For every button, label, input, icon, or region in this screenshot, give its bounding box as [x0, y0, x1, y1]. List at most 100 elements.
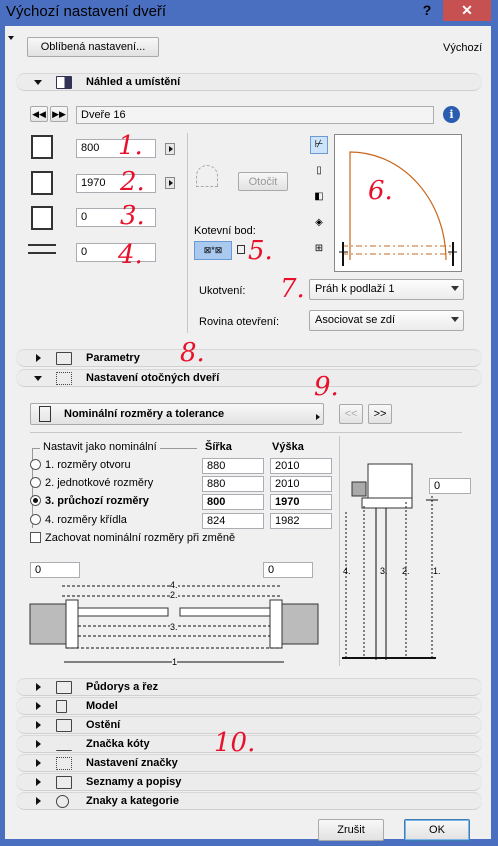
side-tolerance-field[interactable]: 0 [429, 478, 471, 494]
panel-submenu-arrow-icon [316, 414, 320, 420]
expand-arrow-icon[interactable] [36, 683, 41, 691]
anchor-right-icon[interactable] [237, 245, 245, 254]
reveal-icon [56, 719, 72, 732]
height-arrow-button[interactable] [165, 177, 175, 189]
mirror-icon [196, 165, 218, 187]
annotation-4: 4. [118, 240, 143, 270]
anchoring-select[interactable]: Práh k podlaží 1 [309, 279, 464, 300]
nominal-radio-4[interactable] [30, 514, 41, 525]
nominal-row-label: 3. průchozí rozměry [45, 495, 149, 507]
nominal-width-field[interactable]: 880 [202, 476, 264, 492]
nominal-radio-1[interactable] [30, 459, 41, 470]
close-button[interactable]: ✕ [443, 0, 491, 21]
section-categories-label: Znaky a kategorie [86, 795, 179, 807]
anchor-center-icon[interactable]: ⊠*⊠ [194, 241, 232, 260]
defaults-label: Výchozí [443, 42, 483, 54]
categories-icon [56, 795, 69, 808]
sill-icon [31, 206, 53, 230]
rotate-button[interactable]: Otočit [238, 172, 288, 191]
plan-view-icon[interactable]: ⊬ [310, 136, 328, 154]
vertical-dim-label: 2. [402, 566, 410, 576]
expand-arrow-icon[interactable] [36, 721, 41, 729]
nominal-height-field[interactable]: 2010 [270, 458, 332, 474]
anchoring-value: Práh k podlaží 1 [315, 283, 395, 295]
width-field[interactable]: 800 [76, 139, 156, 158]
horizontal-dim-label: 4. [170, 580, 178, 590]
window-frame-right [491, 26, 498, 846]
element-name-field[interactable]: Dveře 16 [76, 106, 434, 124]
annotation-1: 1. [118, 131, 143, 161]
dimension-marker-icon [56, 738, 72, 751]
height-dimension-diagram [342, 463, 438, 660]
prev-panel-button[interactable]: << [339, 404, 363, 424]
nominal-height-field[interactable]: 2010 [270, 476, 332, 492]
collapse-arrow-icon[interactable] [34, 376, 42, 381]
door-settings-icon [56, 372, 72, 385]
nominal-width-field[interactable]: 800 [202, 494, 264, 510]
next-panel-button[interactable]: >> [368, 404, 392, 424]
ok-button[interactable]: OK [404, 819, 470, 841]
section-model-header[interactable]: Model [16, 697, 482, 715]
annotation-9: 9. [314, 372, 339, 402]
previous-element-button[interactable]: ◀◀ [30, 106, 48, 122]
horizontal-dim-label: 1 [172, 657, 178, 667]
expand-arrow-icon[interactable] [36, 797, 41, 805]
nominal-width-field[interactable]: 824 [202, 513, 264, 529]
panel-icon [39, 406, 51, 422]
expand-arrow-icon[interactable] [36, 702, 41, 710]
width-arrow-button[interactable] [165, 143, 175, 155]
section-plan-header[interactable]: Půdorys a řez [16, 678, 482, 696]
left-tolerance-field[interactable]: 0 [30, 562, 80, 578]
front-view-icon[interactable]: ▯ [310, 162, 328, 180]
section-preview-header[interactable]: Náhled a umístění [16, 73, 482, 91]
nominal-width-field[interactable]: 880 [202, 458, 264, 474]
expand-arrow-icon[interactable] [36, 759, 41, 767]
right-tolerance-field[interactable]: 0 [263, 562, 313, 578]
collapse-arrow-icon[interactable] [34, 80, 42, 85]
opening-plane-select[interactable]: Asociovat se zdí [309, 310, 464, 331]
door-icon [56, 76, 72, 89]
anchoring-label: Ukotvení: [199, 285, 246, 297]
section-categories-header[interactable]: Znaky a kategorie [16, 792, 482, 810]
panel-top-rule [30, 432, 462, 433]
next-element-button[interactable]: ▶▶ [50, 106, 68, 122]
panel-selector-button[interactable]: Nominální rozměry a tolerance [30, 403, 324, 425]
vertical-dim-label: 4. [343, 566, 351, 576]
section-model-label: Model [86, 700, 118, 712]
listing-icon [56, 776, 72, 789]
section-parameters-header[interactable]: Parametry [16, 349, 482, 367]
nominal-group-label: Nastavit jako nominální [40, 441, 160, 453]
nominal-radio-2[interactable] [30, 477, 41, 488]
favorites-button[interactable]: Oblíbená nastavení... [27, 37, 159, 57]
offset-field[interactable]: 0 [76, 243, 156, 262]
keep-nominal-label: Zachovat nominální rozměry při změně [45, 532, 236, 544]
section-door-settings-label: Nastavení otočných dveří [86, 372, 220, 384]
marker-settings-icon [56, 757, 72, 770]
annotation-7: 7. [280, 274, 305, 304]
help-button[interactable]: ? [418, 0, 436, 22]
nominal-radio-3[interactable] [30, 495, 41, 506]
section-door-settings-header[interactable]: Nastavení otočných dveří [16, 369, 482, 387]
3d-view-icon[interactable]: ◈ [310, 214, 328, 232]
expand-arrow-icon[interactable] [36, 740, 41, 748]
info-icon[interactable]: i [443, 106, 460, 123]
nominal-height-field[interactable]: 1970 [270, 494, 332, 510]
side-view-icon[interactable]: ◧ [310, 188, 328, 206]
plan-section-icon [56, 681, 72, 694]
expand-arrow-icon[interactable] [36, 778, 41, 786]
section-preview-label: Náhled a umístění [86, 76, 181, 88]
nominal-height-field[interactable]: 1982 [270, 513, 332, 529]
expand-arrow-icon[interactable] [36, 354, 41, 362]
section-plan-label: Půdorys a řez [86, 681, 159, 693]
vertical-divider [187, 133, 188, 333]
nominal-row-label: 2. jednotkové rozměry [45, 477, 154, 489]
section-view-icon[interactable]: ⊞ [310, 240, 328, 258]
opening-plane-label: Rovina otevření: [199, 316, 280, 328]
keep-nominal-checkbox[interactable] [30, 532, 41, 543]
vertical-dim-label: 1. [433, 566, 441, 576]
corner-arrow-icon[interactable] [8, 36, 14, 40]
section-listing-header[interactable]: Seznamy a popisy [16, 773, 482, 791]
cancel-button[interactable]: Zrušit [318, 819, 384, 841]
section-marker-settings-label: Nastavení značky [86, 757, 178, 769]
horizontal-dim-label: 2. [170, 590, 178, 600]
